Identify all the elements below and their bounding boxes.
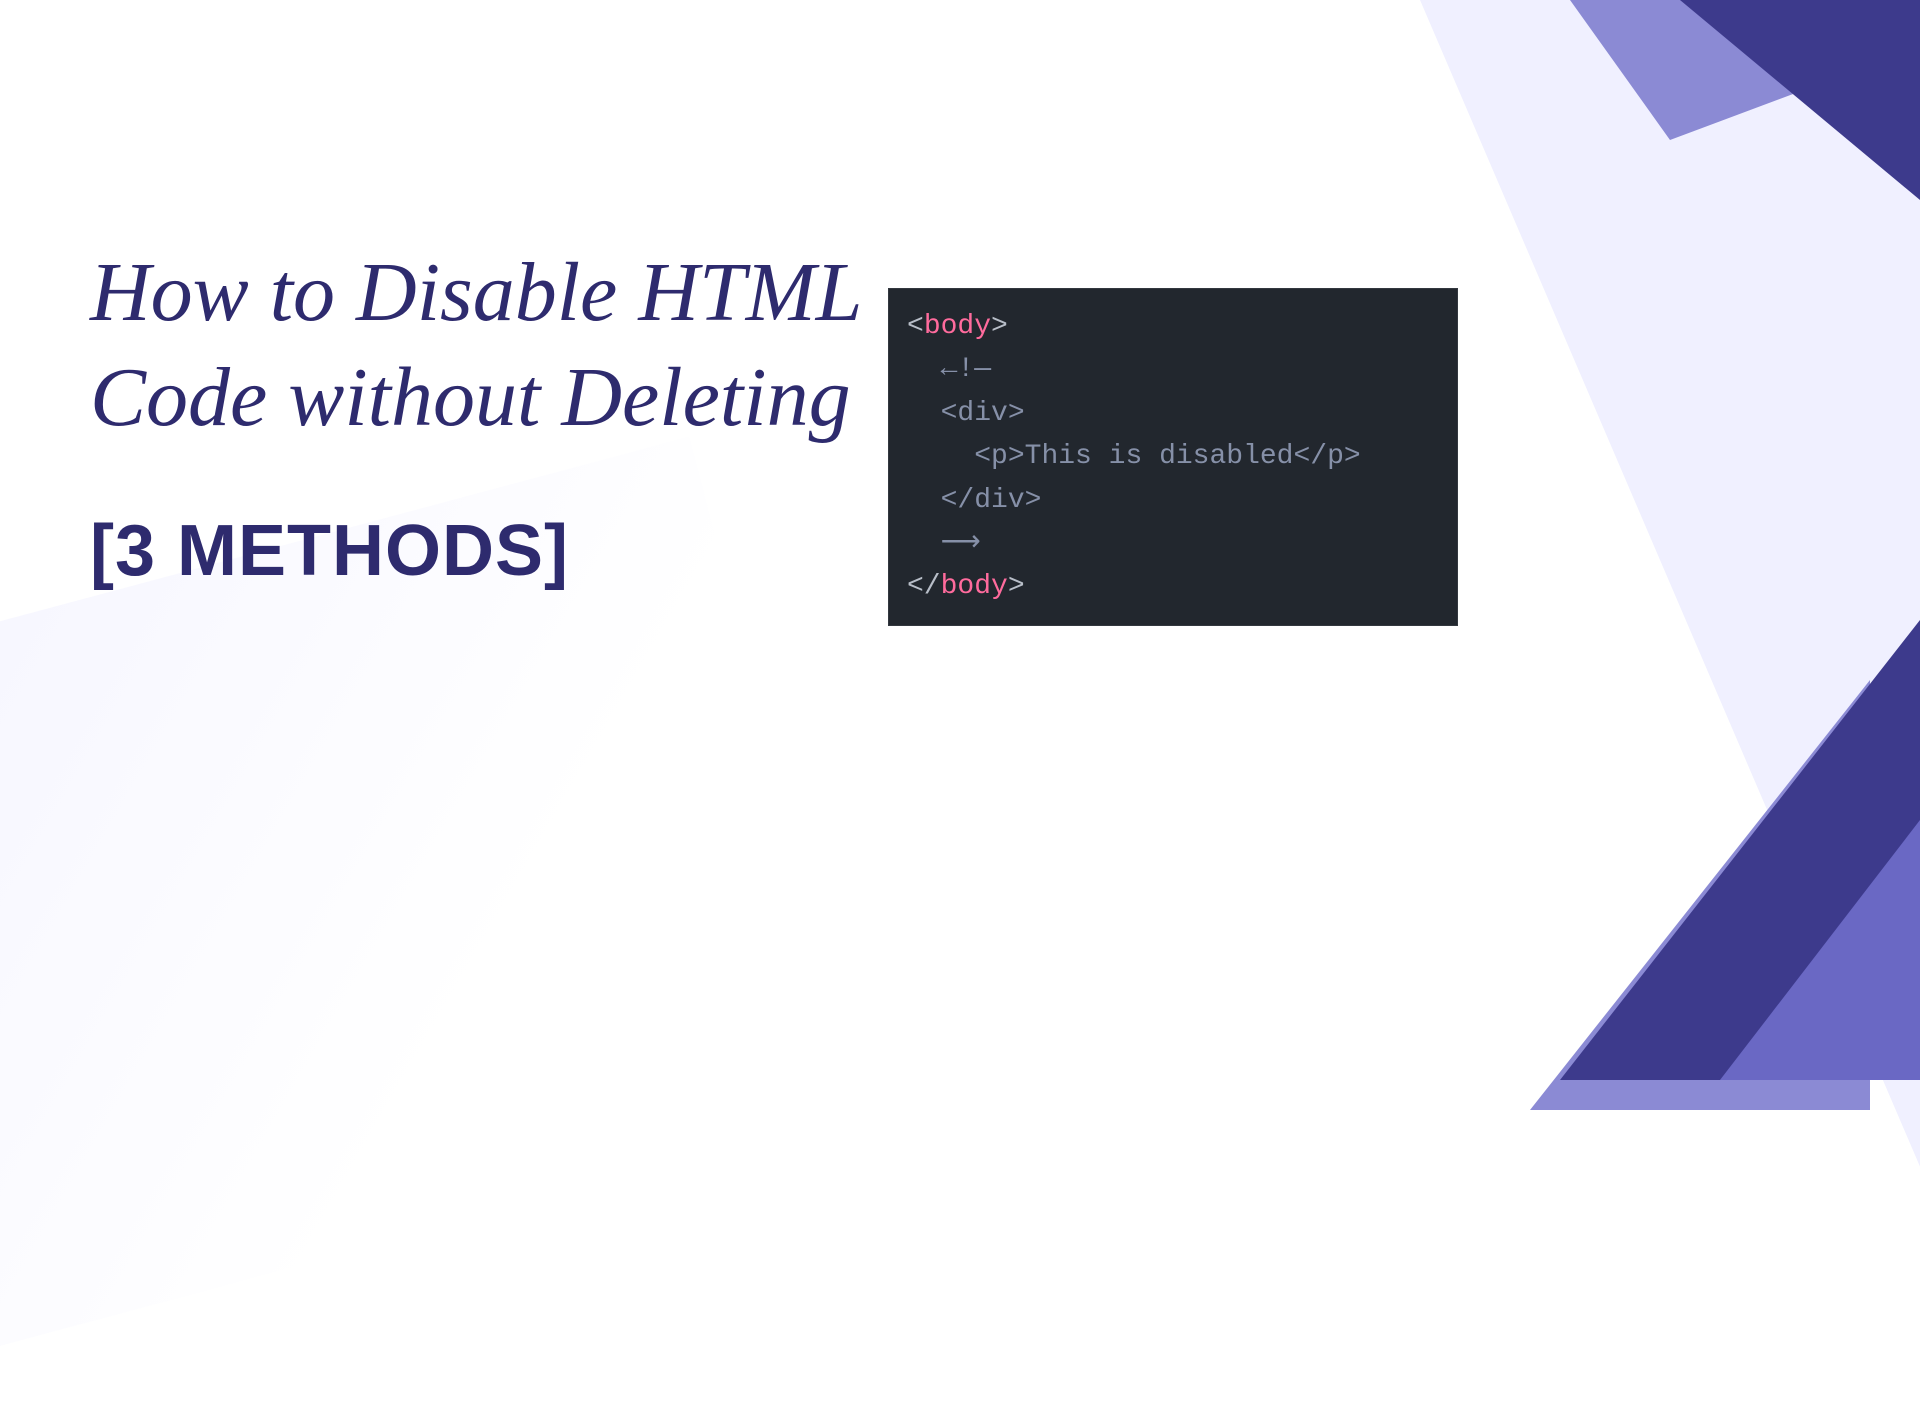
page-title: How to Disable HTML Code without Deletin… [90, 240, 940, 450]
decoration-bottom-right [1400, 580, 1920, 1080]
code-line-7: </body> [907, 565, 1439, 608]
code-snippet: <body> ←!— <div> <p>This is disabled</p>… [888, 288, 1458, 626]
code-line-1: <body> [907, 305, 1439, 348]
code-line-4: <p>This is disabled</p> [907, 435, 1439, 478]
code-line-3: <div> [907, 392, 1439, 435]
code-line-6: ⟶ [907, 522, 1439, 565]
code-line-2: ←!— [907, 348, 1439, 391]
code-line-5: </div> [907, 479, 1439, 522]
